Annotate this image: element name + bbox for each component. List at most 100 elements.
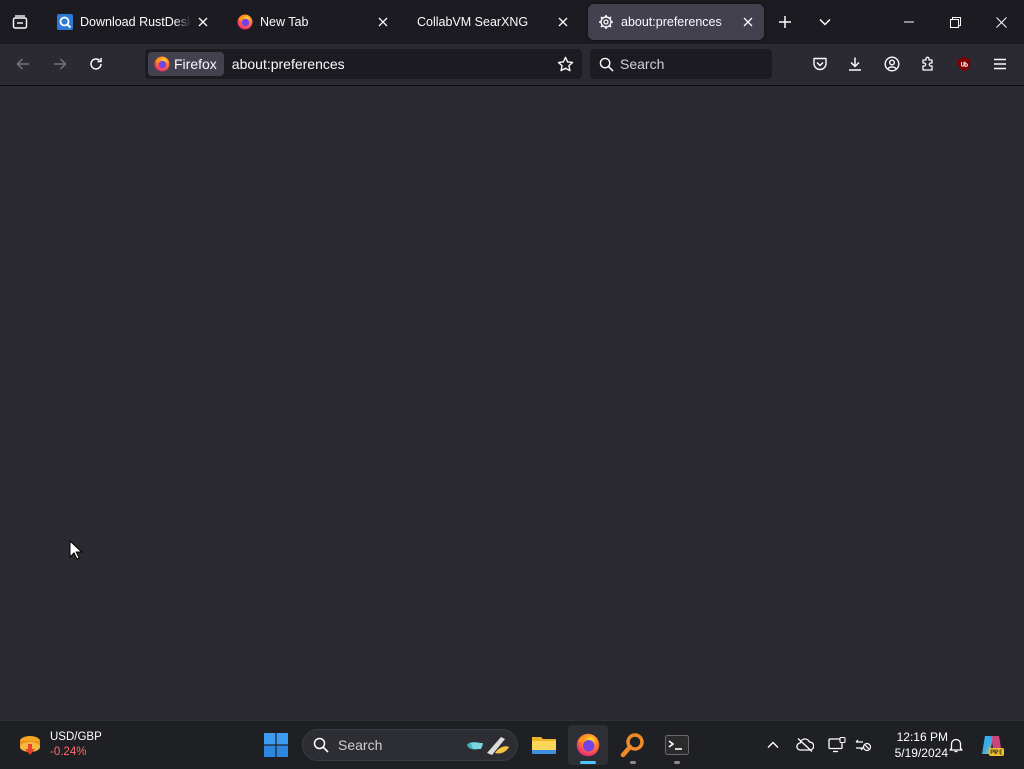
url-bar[interactable]: Firefox about:preferences xyxy=(145,49,582,79)
mouse-cursor-icon xyxy=(69,540,83,560)
terminal-app[interactable] xyxy=(657,725,697,765)
list-all-tabs-button[interactable] xyxy=(809,6,841,38)
navigation-toolbar: Firefox about:preferences xyxy=(0,44,1024,86)
page-content-area xyxy=(0,86,1024,720)
monitor-icon xyxy=(828,737,846,753)
firefox-view-button[interactable] xyxy=(4,6,36,38)
gear-icon xyxy=(598,14,614,30)
chevron-down-icon xyxy=(819,18,831,26)
tab-close-button[interactable] xyxy=(375,14,391,30)
reload-button[interactable] xyxy=(80,48,112,80)
bell-icon xyxy=(949,738,963,753)
tab-collabvm-searxng[interactable]: CollabVM SearXNG xyxy=(407,4,579,40)
search-everything-app[interactable] xyxy=(613,725,653,765)
taskbar-search-box[interactable]: Search xyxy=(302,729,518,761)
tab-about-preferences[interactable]: about:preferences xyxy=(588,4,764,40)
tab-strip: Download RustDesk 1.2. New Tab CollabVM … xyxy=(0,0,1024,44)
widget-change: -0.24% xyxy=(50,746,87,758)
onedrive-offline-tray[interactable] xyxy=(793,733,817,757)
widget-symbol: USD/GBP xyxy=(50,731,102,743)
close-icon xyxy=(378,17,388,27)
system-clock[interactable]: 12:16 PM 5/19/2024 xyxy=(878,729,948,761)
identity-box[interactable]: Firefox xyxy=(148,52,224,76)
firefox-icon xyxy=(237,14,253,30)
hamburger-menu-icon xyxy=(994,58,1006,70)
close-icon xyxy=(995,16,1007,28)
close-icon xyxy=(743,17,753,27)
minimize-icon xyxy=(904,21,914,23)
cloud-offline-icon xyxy=(796,738,814,752)
minimize-window-button[interactable] xyxy=(886,0,932,44)
file-explorer-app[interactable] xyxy=(524,725,564,765)
search-icon xyxy=(599,57,614,72)
account-icon xyxy=(884,56,900,72)
tab-title: about:preferences xyxy=(621,15,722,29)
search-highlight-illustration-icon xyxy=(467,737,509,755)
tab-rustdesk[interactable]: Download RustDesk 1.2. xyxy=(47,4,219,40)
close-icon xyxy=(198,17,208,27)
search-icon xyxy=(313,737,329,753)
bookmark-star-button[interactable] xyxy=(551,50,579,78)
url-text[interactable]: about:preferences xyxy=(232,56,551,72)
tab-close-button[interactable] xyxy=(195,14,211,30)
taskbar-search-placeholder: Search xyxy=(338,737,383,753)
close-window-button[interactable] xyxy=(978,0,1024,44)
magnifier-app-icon xyxy=(620,733,644,758)
chevron-up-icon xyxy=(767,741,779,748)
tab-close-button[interactable] xyxy=(555,14,571,30)
pocket-icon xyxy=(813,57,827,71)
search-input[interactable] xyxy=(620,56,760,72)
account-button[interactable] xyxy=(876,48,908,80)
display-tray-icon[interactable] xyxy=(825,733,849,757)
plus-icon xyxy=(779,16,791,28)
arrow-right-icon xyxy=(54,58,67,70)
tab-title: CollabVM SearXNG xyxy=(417,15,529,29)
restore-window-button[interactable] xyxy=(932,0,978,44)
windows-taskbar: USD/GBP -0.24% Search 12:16 PM 5/19/2024 xyxy=(0,720,1024,769)
clock-date: 5/19/2024 xyxy=(894,746,948,760)
start-button[interactable] xyxy=(256,725,296,765)
pocket-button[interactable] xyxy=(804,48,836,80)
firefox-icon xyxy=(154,56,170,72)
copilot-icon xyxy=(982,736,1004,756)
firefox-view-icon xyxy=(12,15,28,29)
network-disconnected-icon xyxy=(855,739,872,752)
identity-label: Firefox xyxy=(174,56,217,72)
application-menu-button[interactable] xyxy=(984,48,1016,80)
extensions-button[interactable] xyxy=(912,48,944,80)
terminal-icon xyxy=(665,735,689,755)
arrow-left-icon xyxy=(16,58,29,70)
tab-new-tab[interactable]: New Tab xyxy=(227,4,399,40)
ublock-origin-button[interactable] xyxy=(948,48,980,80)
downloads-button[interactable] xyxy=(839,48,871,80)
stock-widget[interactable]: USD/GBP -0.24% xyxy=(14,727,102,763)
running-app-indicator xyxy=(630,761,636,764)
firefox-app[interactable] xyxy=(568,725,608,765)
reload-icon xyxy=(90,58,102,70)
clock-time: 12:16 PM xyxy=(896,730,948,744)
currency-exchange-icon xyxy=(20,736,40,755)
forward-button[interactable] xyxy=(44,48,76,80)
download-icon xyxy=(849,57,861,71)
folder-icon xyxy=(532,737,556,754)
active-app-indicator xyxy=(580,761,596,764)
search-bar[interactable] xyxy=(590,49,772,79)
firefox-icon xyxy=(576,733,600,757)
network-tray-icon[interactable] xyxy=(851,733,875,757)
puzzle-piece-icon xyxy=(922,56,933,71)
show-hidden-icons-button[interactable] xyxy=(761,733,785,757)
copilot-button[interactable] xyxy=(978,731,1006,759)
tab-title: New Tab xyxy=(260,15,309,29)
windows-logo-icon xyxy=(264,733,288,757)
star-icon xyxy=(557,56,573,71)
rustdesk-download-icon xyxy=(57,14,73,30)
running-app-indicator xyxy=(674,761,680,764)
restore-icon xyxy=(949,16,961,28)
close-icon xyxy=(558,17,568,27)
tab-close-button[interactable] xyxy=(740,14,756,30)
tab-title: Download RustDesk 1.2. xyxy=(80,15,191,29)
back-button[interactable] xyxy=(7,48,39,80)
new-tab-button[interactable] xyxy=(769,6,801,38)
ublock-origin-icon xyxy=(958,57,970,71)
notifications-button[interactable] xyxy=(944,733,968,757)
